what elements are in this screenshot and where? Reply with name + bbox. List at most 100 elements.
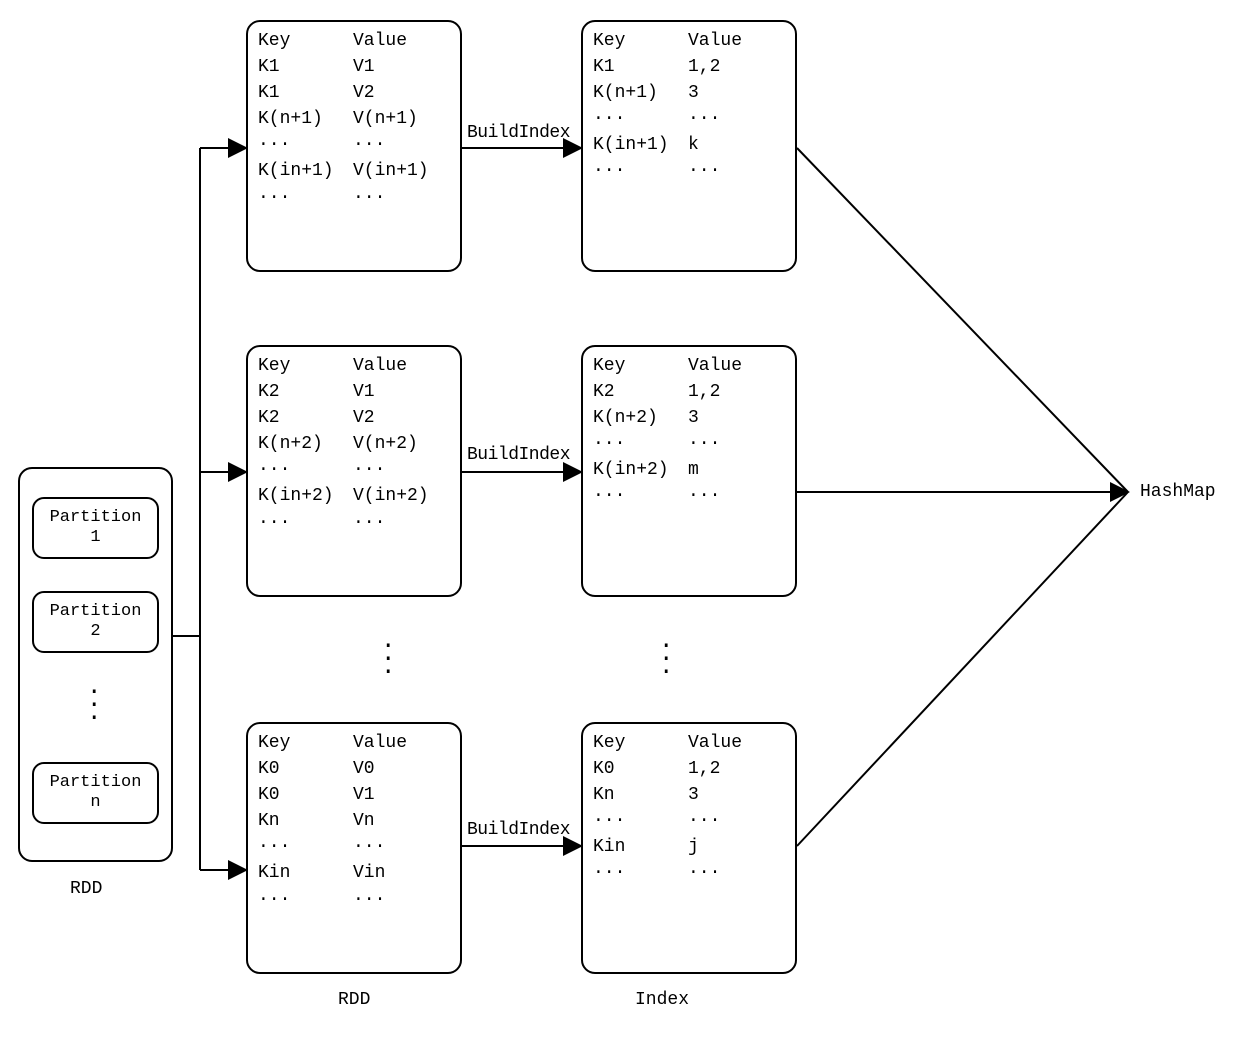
- kv-cell: ···: [353, 834, 385, 860]
- kv-vdots: ···: [381, 640, 395, 680]
- kv-cell: Vn: [353, 808, 375, 834]
- idx-cell: ···: [688, 860, 720, 886]
- kv-cell: ···: [258, 834, 353, 860]
- idx-cell: Key: [593, 28, 688, 54]
- kv-cell: V1: [353, 379, 375, 405]
- idx-cell: 3: [688, 80, 699, 106]
- idx-cell: ···: [688, 431, 720, 457]
- idx-cell: Value: [688, 353, 742, 379]
- kv-cell: Value: [353, 353, 407, 379]
- kv-cell: K0: [258, 782, 353, 808]
- kv-cell: K2: [258, 379, 353, 405]
- bottom-index-label: Index: [635, 990, 689, 1010]
- partition-n-line2: n: [90, 793, 100, 813]
- idx-cell: ···: [688, 808, 720, 834]
- kv-cell: ···: [353, 185, 385, 211]
- idx-cell: m: [688, 457, 699, 483]
- kv-cell: Key: [258, 730, 353, 756]
- idx-cell: ···: [593, 860, 688, 886]
- idx-cell: ···: [593, 483, 688, 509]
- buildindex-label-1: BuildIndex: [467, 123, 570, 143]
- idx-cell: ···: [593, 106, 688, 132]
- kv-cell: ···: [258, 132, 353, 158]
- partition-2-line2: 2: [90, 622, 100, 642]
- idx-cell: ···: [593, 431, 688, 457]
- partition-1-line2: 1: [90, 528, 100, 548]
- idx-cell: ···: [688, 106, 720, 132]
- buildindex-label-3: BuildIndex: [467, 820, 570, 840]
- idx-cell: 3: [688, 782, 699, 808]
- kv-cell: ···: [258, 185, 353, 211]
- kv-cell: V1: [353, 782, 375, 808]
- idx-cell: K(in+1): [593, 132, 688, 158]
- kv-cell: K(n+1): [258, 106, 353, 132]
- kv-cell: V2: [353, 405, 375, 431]
- kv-cell: V2: [353, 80, 375, 106]
- idx-cell: Kin: [593, 834, 688, 860]
- idx-cell: Key: [593, 353, 688, 379]
- partition-1: Partition 1: [32, 497, 159, 559]
- partition-n: Partition n: [32, 762, 159, 824]
- kv-cell: ···: [353, 887, 385, 913]
- kv-cell: ···: [258, 510, 353, 536]
- kv-cell: K1: [258, 80, 353, 106]
- kv-table-1: KeyValue K1V1 K1V2 K(n+1)V(n+1) ······ K…: [246, 20, 462, 272]
- kv-cell: V0: [353, 756, 375, 782]
- partition-1-line1: Partition: [50, 508, 142, 528]
- kv-cell: ···: [353, 457, 385, 483]
- idx-cell: K(n+2): [593, 405, 688, 431]
- idx-cell: 1,2: [688, 756, 720, 782]
- buildindex-label-2: BuildIndex: [467, 445, 570, 465]
- idx-cell: K2: [593, 379, 688, 405]
- idx-cell: Value: [688, 730, 742, 756]
- kv-cell: K(in+2): [258, 483, 353, 509]
- index-table-2: KeyValue K21,2 K(n+2)3 ······ K(in+2)m ·…: [581, 345, 797, 597]
- partition-2-line1: Partition: [50, 602, 142, 622]
- kv-cell: Kn: [258, 808, 353, 834]
- idx-cell: 3: [688, 405, 699, 431]
- kv-cell: Vin: [353, 860, 385, 886]
- idx-cell: 1,2: [688, 54, 720, 80]
- partition-n-line1: Partition: [50, 773, 142, 793]
- idx-cell: Value: [688, 28, 742, 54]
- kv-cell: K0: [258, 756, 353, 782]
- kv-cell: ···: [353, 510, 385, 536]
- kv-cell: ···: [258, 887, 353, 913]
- kv-cell: K1: [258, 54, 353, 80]
- kv-cell: V1: [353, 54, 375, 80]
- idx-cell: ···: [593, 158, 688, 184]
- hashmap-label: HashMap: [1140, 482, 1216, 502]
- kv-cell: V(n+1): [353, 106, 418, 132]
- kv1-h-k: Key: [258, 28, 353, 54]
- idx-cell: K1: [593, 54, 688, 80]
- idx-cell: ···: [688, 483, 720, 509]
- kv-cell: K(n+2): [258, 431, 353, 457]
- kv-cell: K2: [258, 405, 353, 431]
- idx-cell: K0: [593, 756, 688, 782]
- idx-cell: K(n+1): [593, 80, 688, 106]
- idx-cell: Kn: [593, 782, 688, 808]
- kv-cell: Value: [353, 730, 407, 756]
- kv-cell: V(n+2): [353, 431, 418, 457]
- index-table-3: KeyValue K01,2 Kn3 ······ Kinj ······: [581, 722, 797, 974]
- partition-2: Partition 2: [32, 591, 159, 653]
- kv1-h-v: Value: [353, 28, 407, 54]
- kv-cell: ···: [258, 457, 353, 483]
- idx-cell: k: [688, 132, 699, 158]
- idx-cell: K(in+2): [593, 457, 688, 483]
- kv-cell: V(in+2): [353, 483, 429, 509]
- idx-cell: 1,2: [688, 379, 720, 405]
- kv-cell: K(in+1): [258, 158, 353, 184]
- index-table-1: KeyValue K11,2 K(n+1)3 ······ K(in+1)k ·…: [581, 20, 797, 272]
- kv-table-2: KeyValue K2V1 K2V2 K(n+2)V(n+2) ······ K…: [246, 345, 462, 597]
- idx-cell: Key: [593, 730, 688, 756]
- kv-cell: Key: [258, 353, 353, 379]
- idx-cell: ···: [688, 158, 720, 184]
- kv-cell: Kin: [258, 860, 353, 886]
- index-vdots: ···: [659, 640, 673, 680]
- bottom-rdd-label: RDD: [338, 990, 370, 1010]
- kv-cell: V(in+1): [353, 158, 429, 184]
- kv-cell: ···: [353, 132, 385, 158]
- idx-cell: j: [688, 834, 699, 860]
- kv-table-3: KeyValue K0V0 K0V1 KnVn ······ KinVin ··…: [246, 722, 462, 974]
